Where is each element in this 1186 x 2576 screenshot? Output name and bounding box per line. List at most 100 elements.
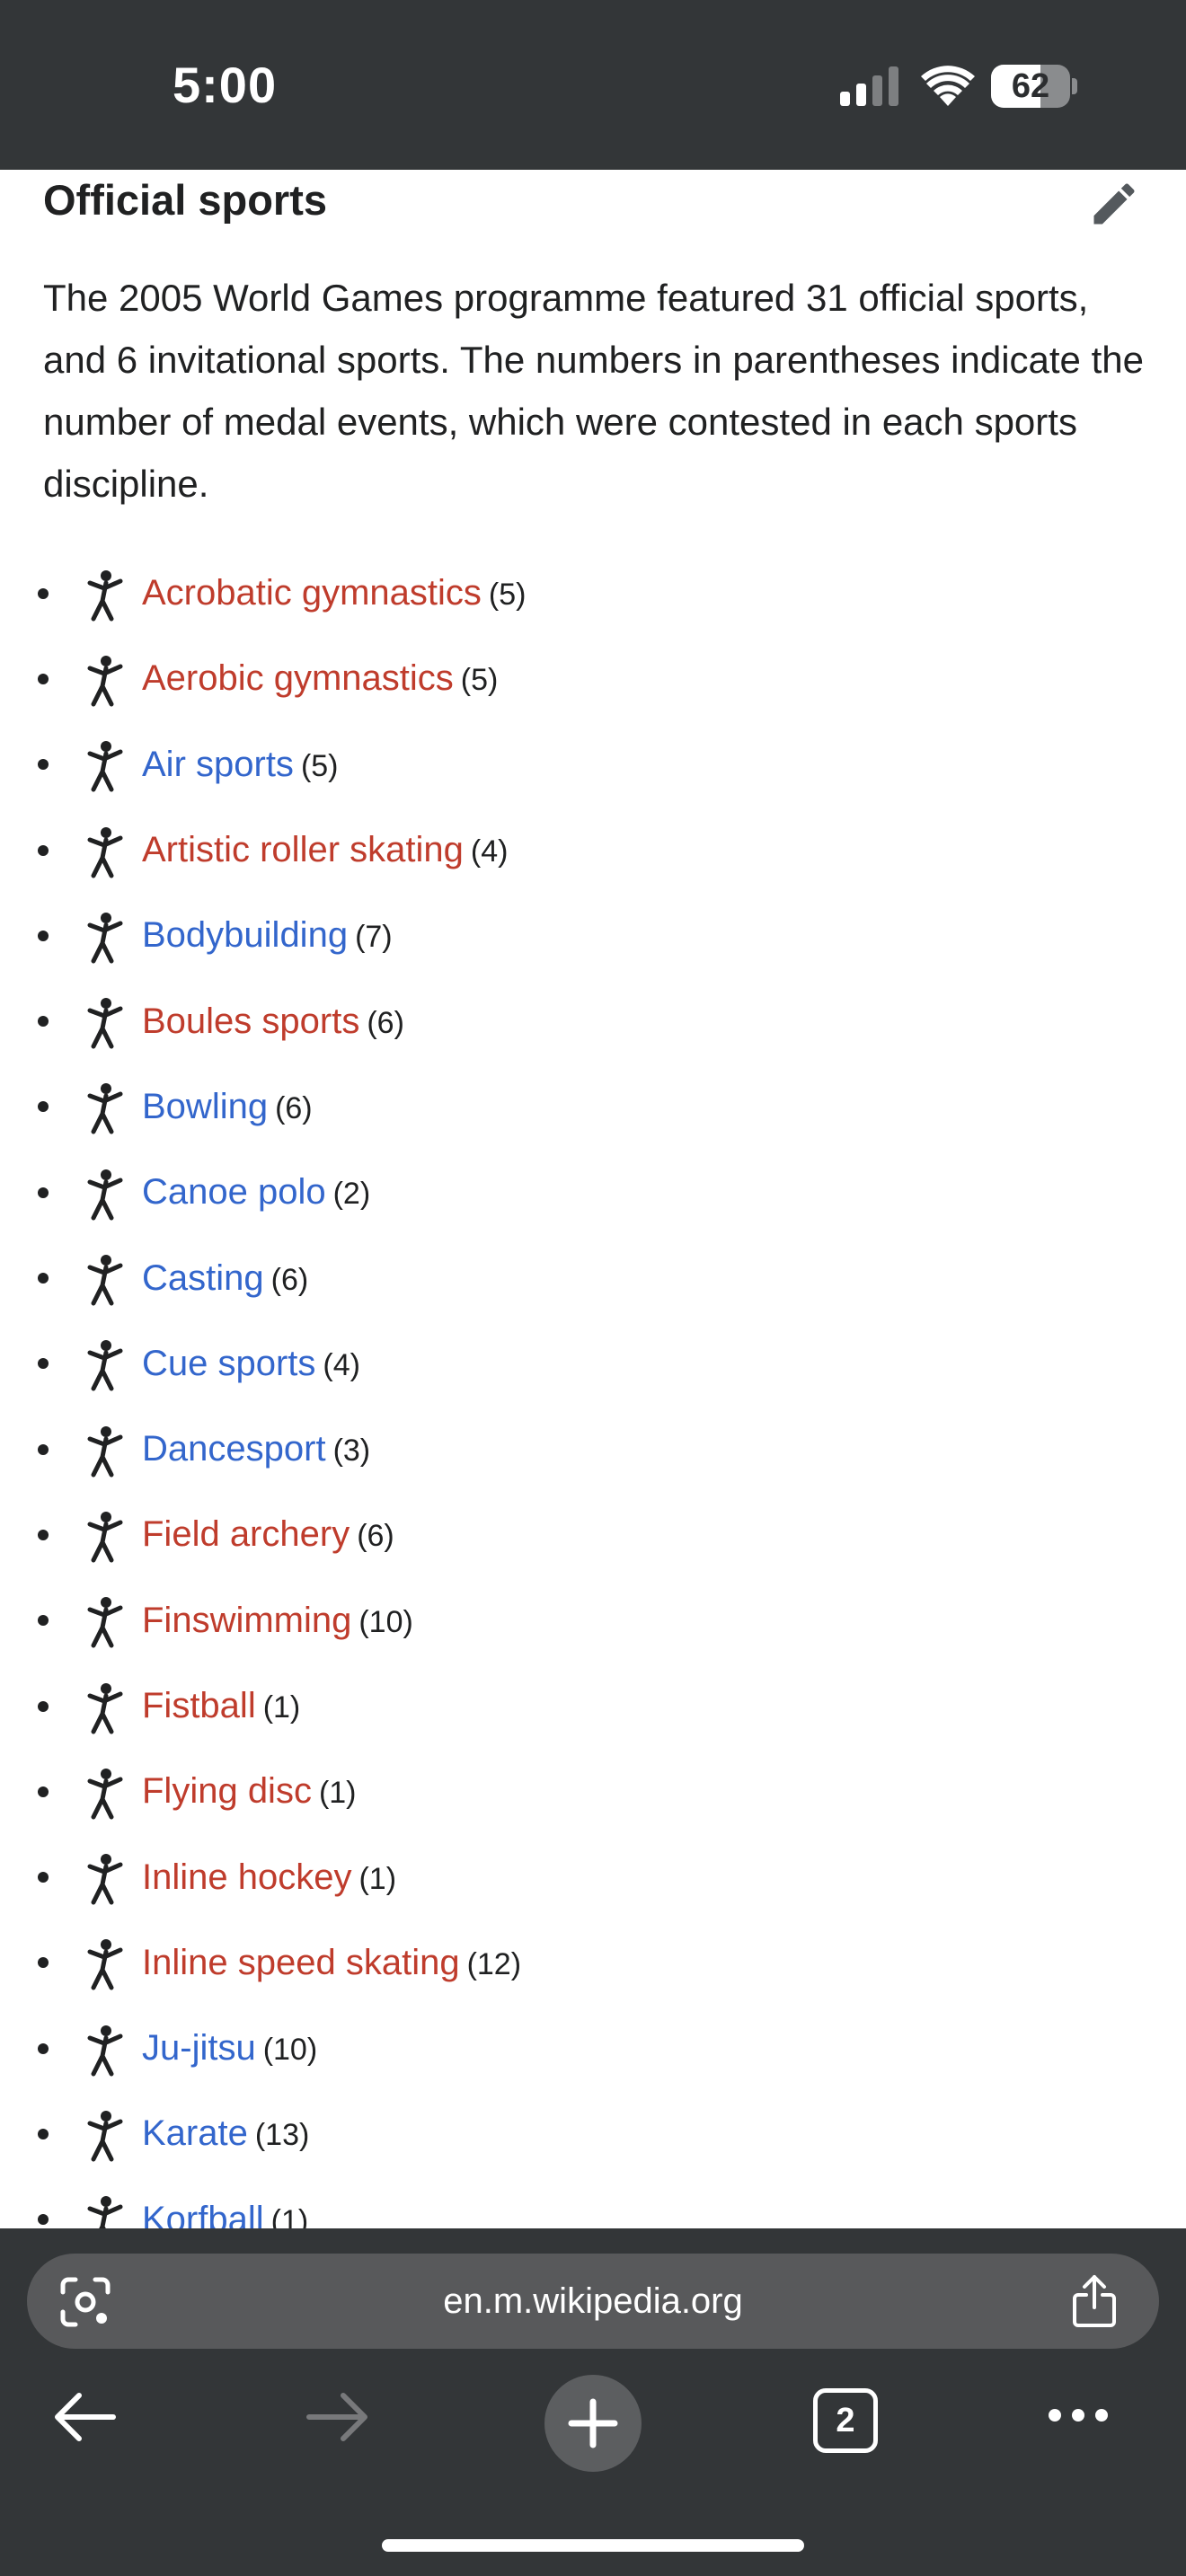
sport-link[interactable]: Dancesport	[142, 1429, 326, 1469]
sport-entry: Karate (13)	[142, 2113, 309, 2154]
sport-entry: Field archery (6)	[142, 1514, 394, 1555]
aerobic-gymnastics-pictogram-icon[interactable]	[75, 650, 133, 708]
sport-entry: Air sports (5)	[142, 745, 339, 785]
list-bullet	[38, 1016, 49, 1028]
new-tab-button[interactable]	[544, 2375, 642, 2472]
sport-list-item: Ju-jitsu (10)	[0, 2006, 1186, 2091]
sport-link[interactable]: Field archery	[142, 1514, 350, 1554]
list-bullet	[38, 2214, 49, 2226]
air-sports-pictogram-icon[interactable]	[75, 736, 133, 793]
list-bullet	[38, 1443, 49, 1455]
pencil-icon[interactable]	[1087, 177, 1141, 231]
sport-link[interactable]: Korfball	[142, 2200, 264, 2228]
sport-list-item: Canoe polo (2)	[0, 1150, 1186, 1235]
sport-link[interactable]: Artistic roller skating	[142, 830, 464, 869]
sport-link[interactable]: Air sports	[142, 745, 294, 784]
medal-event-count: (6)	[357, 1519, 394, 1554]
list-bullet	[38, 2128, 49, 2139]
sport-link[interactable]: Karate	[142, 2113, 248, 2153]
list-bullet	[38, 1101, 49, 1113]
sport-link[interactable]: Bodybuilding	[142, 915, 348, 955]
field-archery-pictogram-icon[interactable]	[75, 1506, 133, 1564]
medal-event-count: (10)	[262, 2033, 318, 2068]
sport-link[interactable]: Flying disc	[142, 1771, 312, 1811]
sport-list-item: Aerobic gymnastics (5)	[0, 636, 1186, 721]
finswimming-pictogram-icon[interactable]	[75, 1592, 133, 1649]
medal-event-count: (5)	[460, 663, 499, 698]
sport-list-item: Inline speed skating (12)	[0, 1920, 1186, 2006]
sport-list-item: Inline hockey (1)	[0, 1834, 1186, 1919]
sport-entry: Ju-jitsu (10)	[142, 2028, 317, 2069]
sport-entry: Finswimming (10)	[142, 1601, 413, 1641]
karate-pictogram-icon[interactable]	[75, 2105, 133, 2163]
status-bar: 5:00 62	[0, 0, 1186, 170]
list-bullet	[38, 673, 49, 684]
sport-link[interactable]: Acrobatic gymnastics	[142, 573, 482, 613]
casting-pictogram-icon[interactable]	[75, 1249, 133, 1307]
sport-list-item: Karate (13)	[0, 2091, 1186, 2176]
list-bullet	[38, 587, 49, 599]
medal-event-count: (13)	[254, 2118, 310, 2153]
sport-entry: Bodybuilding (7)	[142, 915, 393, 956]
sport-entry: Flying disc (1)	[142, 1771, 357, 1812]
inline-speed-skating-pictogram-icon[interactable]	[75, 1934, 133, 1991]
canoe-polo-pictogram-icon[interactable]	[75, 1164, 133, 1222]
list-bullet	[38, 844, 49, 856]
sport-link[interactable]: Aerobic gymnastics	[142, 658, 454, 698]
sport-entry: Canoe polo (2)	[142, 1172, 370, 1213]
bodybuilding-pictogram-icon[interactable]	[75, 907, 133, 965]
forward-arrow-icon[interactable]	[305, 2390, 370, 2444]
url-text[interactable]: en.m.wikipedia.org	[27, 2254, 1159, 2349]
artistic-roller-skating-pictogram-icon[interactable]	[75, 822, 133, 879]
boules-sports-pictogram-icon[interactable]	[75, 992, 133, 1050]
sport-entry: Inline speed skating (12)	[142, 1943, 521, 1983]
section-heading: Official sports	[43, 176, 328, 224]
sport-link[interactable]: Boules sports	[142, 1001, 359, 1041]
medal-event-count: (1)	[270, 2203, 309, 2228]
sport-link[interactable]: Bowling	[142, 1087, 268, 1126]
sport-link[interactable]: Finswimming	[142, 1601, 351, 1640]
list-bullet	[38, 1786, 49, 1797]
medal-event-count: (5)	[488, 578, 527, 613]
list-bullet	[38, 1187, 49, 1198]
medal-event-count: (4)	[470, 834, 509, 869]
fistball-pictogram-icon[interactable]	[75, 1678, 133, 1735]
sport-link[interactable]: Inline speed skating	[142, 1943, 460, 1982]
sport-link[interactable]: Inline hockey	[142, 1857, 351, 1897]
list-bullet	[38, 1529, 49, 1540]
sport-list-item: Casting (6)	[0, 1235, 1186, 1320]
address-bar[interactable]: en.m.wikipedia.org	[27, 2254, 1159, 2349]
more-icon[interactable]	[1046, 2404, 1111, 2426]
medal-event-count: (5)	[300, 748, 339, 783]
sport-list-item: Korfball (1)	[0, 2177, 1186, 2228]
home-indicator	[382, 2539, 804, 2552]
sport-list-item: Artistic roller skating (4)	[0, 807, 1186, 893]
dancesport-pictogram-icon[interactable]	[75, 1421, 133, 1478]
korfball-pictogram-icon[interactable]	[75, 2191, 133, 2228]
back-arrow-icon[interactable]	[52, 2390, 117, 2444]
list-bullet	[38, 1957, 49, 1969]
sport-entry: Inline hockey (1)	[142, 1857, 396, 1898]
sport-link[interactable]: Fistball	[142, 1686, 256, 1725]
sport-list-item: Flying disc (1)	[0, 1749, 1186, 1834]
tab-switcher-button[interactable]: 2	[813, 2388, 878, 2453]
list-bullet	[38, 1273, 49, 1284]
sport-entry: Fistball (1)	[142, 1686, 300, 1726]
sport-link[interactable]: Canoe polo	[142, 1172, 326, 1212]
sport-link[interactable]: Ju-jitsu	[142, 2028, 256, 2068]
flying-disc-pictogram-icon[interactable]	[75, 1763, 133, 1821]
medal-event-count: (6)	[270, 1262, 309, 1297]
list-bullet	[38, 1700, 49, 1712]
browser-toolbar: en.m.wikipedia.org 2	[0, 2228, 1186, 2576]
inline-hockey-pictogram-icon[interactable]	[75, 1848, 133, 1906]
sport-link[interactable]: Cue sports	[142, 1344, 315, 1383]
sport-list-item: Bodybuilding (7)	[0, 893, 1186, 978]
sport-link[interactable]: Casting	[142, 1258, 264, 1298]
ju-jitsu-pictogram-icon[interactable]	[75, 2020, 133, 2078]
medal-event-count: (1)	[318, 1776, 357, 1811]
bowling-pictogram-icon[interactable]	[75, 1078, 133, 1135]
acrobatic-gymnastics-pictogram-icon[interactable]	[75, 565, 133, 622]
sport-list-item: Bowling (6)	[0, 1064, 1186, 1150]
cue-sports-pictogram-icon[interactable]	[75, 1335, 133, 1392]
share-icon[interactable]	[1069, 2273, 1120, 2329]
